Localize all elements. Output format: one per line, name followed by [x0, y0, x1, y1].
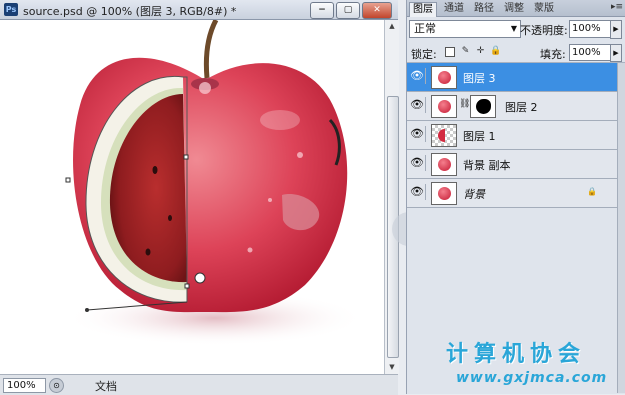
lock-all-icon[interactable]: 🔒 — [490, 46, 501, 57]
status-bar: 100% ⊙ 文档 — [0, 374, 398, 395]
opacity-label: 不透明度: — [520, 24, 568, 37]
tab-masks[interactable]: 蒙版 — [531, 2, 557, 16]
fill-label: 填充: — [540, 48, 566, 61]
blend-row: 正常 ▼ 不透明度: 100% ▶ — [407, 18, 625, 40]
tab-adjustments[interactable]: 调整 — [501, 2, 527, 16]
layer-name: 背景 副本 — [463, 159, 511, 172]
document-title-bar[interactable]: Ps source.psd @ 100% (图层 3, RGB/8#) * − … — [0, 0, 398, 20]
lock-pixels-icon[interactable]: ✎ — [460, 46, 471, 57]
opacity-slider-button[interactable]: ▶ — [610, 20, 622, 39]
photoshop-icon: Ps — [4, 3, 18, 16]
layer-mask-thumbnail[interactable] — [470, 95, 496, 118]
layer-thumbnail — [431, 124, 457, 147]
layer-row[interactable]: 👁 背景 🔒 — [407, 179, 617, 208]
blend-mode-select[interactable]: 正常 ▼ — [409, 20, 521, 38]
window-buttons: − ▢ ✕ — [310, 2, 392, 19]
panel-tabs: 图层 通道 路径 调整 蒙版 ▸≡ — [407, 0, 625, 17]
document-title: source.psd @ 100% (图层 3, RGB/8#) * — [23, 5, 237, 18]
opacity-input[interactable]: 100% — [569, 20, 611, 38]
scroll-up-icon[interactable]: ▲ — [386, 20, 398, 33]
layer-thumbnail — [431, 66, 457, 89]
fill-slider-button[interactable]: ▶ — [610, 44, 622, 62]
scroll-down-icon[interactable]: ▼ — [386, 361, 398, 374]
apple-artwork — [65, 20, 365, 346]
lock-icon: 🔒 — [587, 187, 597, 196]
close-button[interactable]: ✕ — [362, 2, 392, 19]
fill-input[interactable]: 100% — [569, 44, 611, 61]
eye-icon[interactable]: 👁 — [409, 155, 426, 171]
layer-thumbnail — [431, 153, 457, 176]
eye-icon[interactable]: 👁 — [409, 97, 426, 113]
minimize-button[interactable]: − — [310, 2, 334, 19]
layer-name: 图层 3 — [463, 72, 496, 85]
layer-row[interactable]: 👁 图层 1 — [407, 121, 617, 150]
zoom-field[interactable]: 100% — [3, 378, 46, 393]
chevron-down-icon: ▼ — [510, 24, 517, 33]
lock-position-icon[interactable]: ✛ — [475, 46, 486, 57]
layers-list: 👁 图层 3 👁 ⛓ 图层 2 👁 图层 1 👁 背景 副本 👁 背景 🔒 — [407, 63, 617, 208]
image-canvas[interactable] — [0, 20, 384, 374]
layer-name: 图层 2 — [505, 101, 538, 114]
lock-row: 锁定: ✎ ✛ 🔒 填充: 100% ▶ — [407, 42, 625, 63]
layer-name: 背景 — [463, 188, 485, 201]
layer-row[interactable]: 👁 图层 3 — [407, 63, 617, 92]
document-window: Ps source.psd @ 100% (图层 3, RGB/8#) * − … — [0, 0, 399, 395]
panel-menu-icon[interactable]: ▸≡ — [611, 2, 623, 12]
tab-paths[interactable]: 路径 — [471, 2, 497, 16]
blend-mode-value: 正常 — [414, 22, 436, 35]
layer-row[interactable]: 👁 背景 副本 — [407, 150, 617, 179]
eye-icon[interactable]: 👁 — [409, 68, 426, 84]
lock-label: 锁定: — [411, 48, 437, 61]
chain-link-icon[interactable]: ⛓ — [459, 99, 470, 109]
layer-thumbnail — [431, 182, 457, 205]
watermark-url: www.gxjmca.com — [456, 370, 608, 386]
watermark-text: 计算机协会 — [446, 342, 587, 367]
eye-icon[interactable]: 👁 — [409, 126, 426, 142]
status-menu-icon[interactable]: ⊙ — [49, 378, 64, 393]
layer-thumbnail — [431, 95, 457, 118]
vertical-scrollbar[interactable]: ▲ ▼ — [384, 20, 399, 374]
document-info[interactable]: 文档 — [95, 378, 117, 394]
layer-name: 图层 1 — [463, 130, 496, 143]
eye-icon[interactable]: 👁 — [409, 184, 426, 200]
layer-row[interactable]: 👁 ⛓ 图层 2 — [407, 92, 617, 121]
panel-scrollbar[interactable] — [617, 63, 625, 393]
tab-layers[interactable]: 图层 — [409, 2, 437, 17]
lock-transparency-icon[interactable] — [445, 47, 455, 57]
tab-channels[interactable]: 通道 — [441, 2, 467, 16]
layers-panel: 图层 通道 路径 调整 蒙版 ▸≡ 正常 ▼ 不透明度: 100% ▶ 锁定: … — [406, 0, 625, 394]
restore-button[interactable]: ▢ — [336, 2, 360, 19]
